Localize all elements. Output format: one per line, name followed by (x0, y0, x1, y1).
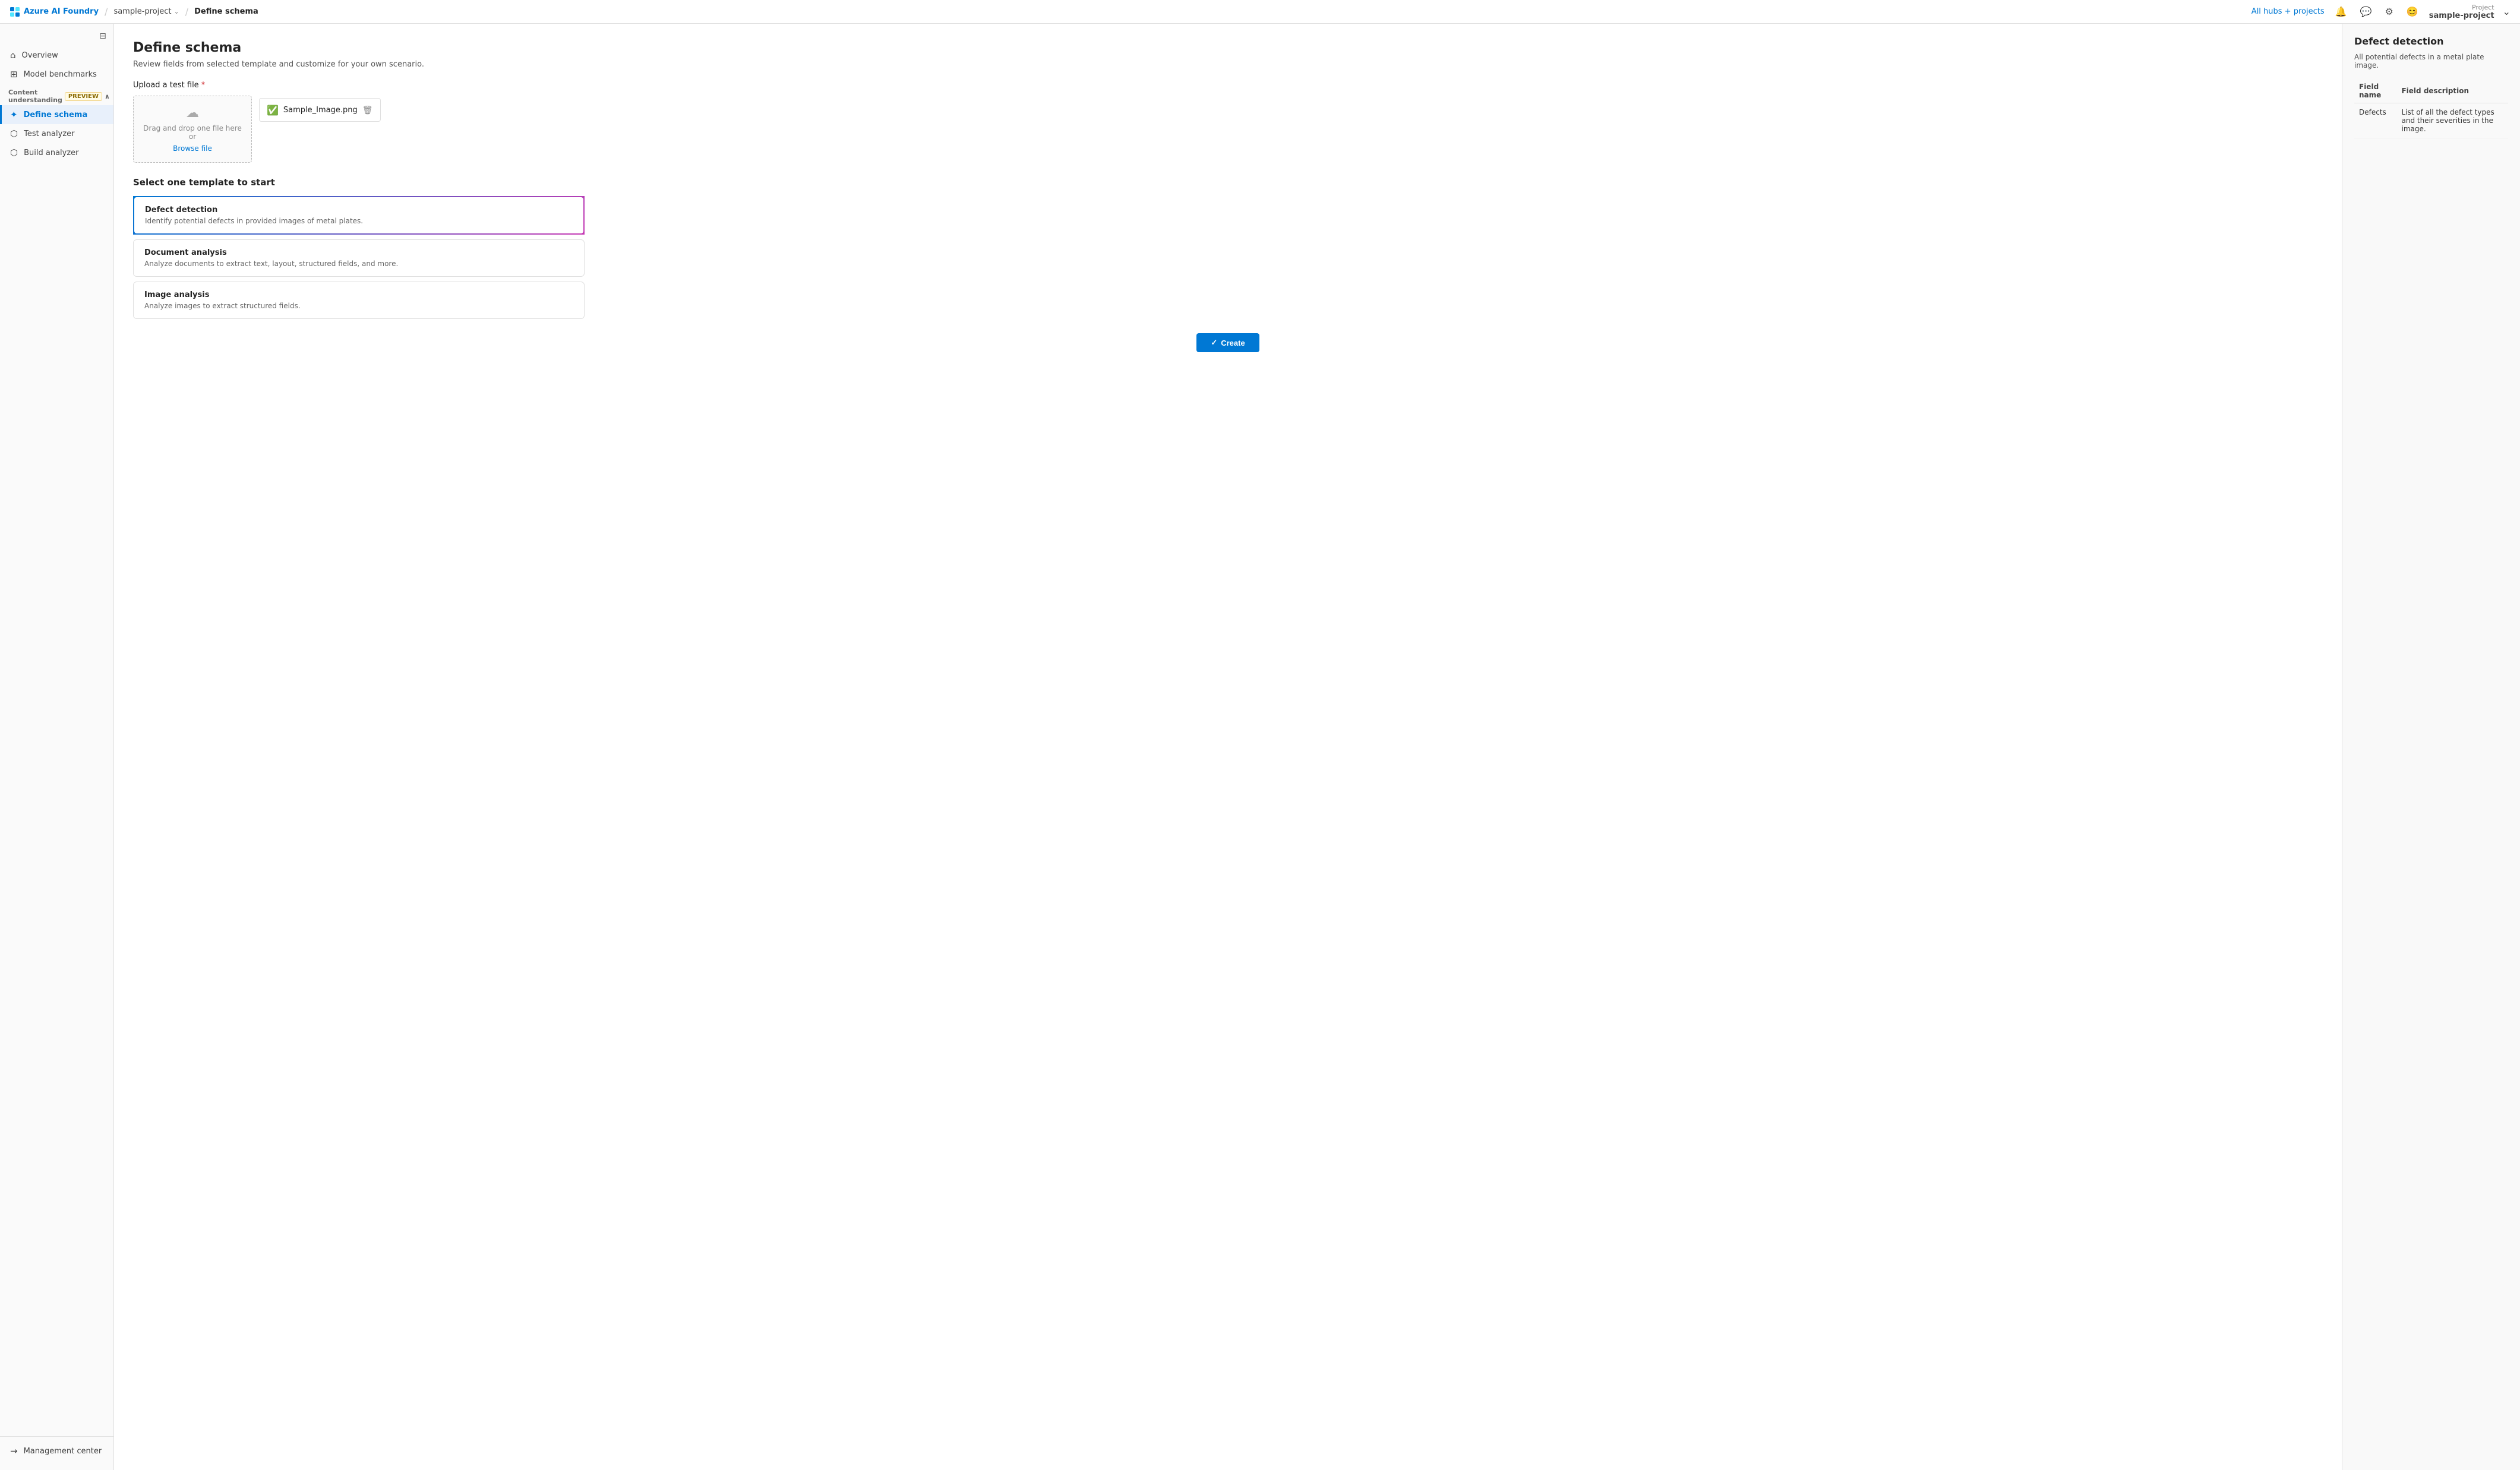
app-body: ⊟ ⌂ Overview ⊞ Model benchmarks Content … (0, 24, 2520, 1470)
uploaded-file: ✅ Sample_Image.png 🗑 (259, 98, 381, 122)
template-title-defect-detection: Defect detection (145, 206, 573, 214)
template-title-document-analysis: Document analysis (144, 248, 573, 257)
project-name: sample-project (2429, 11, 2494, 20)
notifications-button[interactable]: 🔔 (2333, 4, 2350, 20)
preview-badge: PREVIEW (65, 92, 102, 101)
sidebar-item-build-analyzer[interactable]: ⬡ Build analyzer (0, 143, 113, 162)
sidebar-item-management-center[interactable]: → Management center (0, 1441, 113, 1460)
col-header-field-desc: Field description (2396, 79, 2508, 103)
settings-button[interactable]: ⚙ (2382, 4, 2395, 20)
top-navigation: Azure AI Foundry / sample-project ⌄ / De… (0, 0, 2520, 24)
panel-fields-table: Field name Field description DefectsList… (2354, 79, 2508, 138)
chevron-down-icon: ⌄ (174, 8, 179, 15)
upload-row: ☁ Drag and drop one file here or Browse … (133, 96, 2323, 163)
col-header-field-name: Field name (2354, 79, 2396, 103)
page-subtitle: Review fields from selected template and… (133, 60, 2323, 69)
chat-button[interactable]: 💬 (2358, 4, 2374, 20)
footer-create: ✓ Create (133, 319, 2323, 357)
table-row: DefectsList of all the defect types and … (2354, 103, 2508, 138)
template-desc-document-analysis: Analyze documents to extract text, layou… (144, 260, 573, 268)
page-title: Define schema (133, 40, 2323, 55)
upload-cloud-icon: ☁ (186, 106, 199, 121)
sidebar-label-management-center: Management center (24, 1447, 102, 1456)
upload-dropzone[interactable]: ☁ Drag and drop one file here or Browse … (133, 96, 252, 163)
brand-icon (10, 7, 20, 17)
template-title-image-analysis: Image analysis (144, 290, 573, 299)
template-desc-defect-detection: Identify potential defects in provided i… (145, 217, 573, 225)
create-btn-label: Create (1221, 339, 1245, 347)
sidebar-item-model-benchmarks[interactable]: ⊞ Model benchmarks (0, 65, 113, 84)
create-check-icon: ✓ (1211, 338, 1217, 347)
sidebar-label-define-schema: Define schema (24, 110, 88, 119)
brand-logo[interactable]: Azure AI Foundry (10, 7, 99, 17)
sidebar-collapse[interactable]: ⊟ (0, 29, 113, 46)
define-schema-icon: ✦ (10, 109, 18, 120)
breadcrumb-current: Define schema (194, 7, 258, 16)
upload-section-label: Upload a test file * (133, 81, 2323, 90)
browse-link[interactable]: Browse file (173, 144, 212, 153)
build-analyzer-icon: ⬡ (10, 147, 18, 158)
right-panel: Defect detection All potential defects i… (2342, 24, 2520, 1470)
project-label: Project (2429, 4, 2494, 11)
overview-icon: ⌂ (10, 50, 16, 61)
sidebar-label-build-analyzer: Build analyzer (24, 148, 78, 157)
benchmarks-icon: ⊞ (10, 69, 18, 80)
account-button[interactable]: 😊 (2404, 4, 2421, 20)
management-center-icon: → (10, 1446, 18, 1456)
section-label: Content understanding (8, 88, 62, 104)
delete-file-button[interactable]: 🗑 (362, 105, 373, 115)
panel-title: Defect detection (2354, 36, 2508, 47)
panel-subtitle: All potential defects in a metal plate i… (2354, 53, 2508, 69)
main-content: Define schema Review fields from selecte… (114, 24, 2342, 1470)
sidebar-item-test-analyzer[interactable]: ⬡ Test analyzer (0, 124, 113, 143)
sidebar-label-test-analyzer: Test analyzer (24, 129, 74, 138)
nav-right-section: All hubs + projects 🔔 💬 ⚙ 😊 Project samp… (2251, 4, 2510, 20)
template-card-defect-detection[interactable]: Defect detection Identify potential defe… (133, 196, 585, 235)
sidebar-bottom: → Management center (0, 1436, 113, 1465)
hub-projects-link[interactable]: All hubs + projects (2251, 7, 2325, 16)
collapse-button[interactable]: ⊟ (99, 31, 106, 41)
create-button[interactable]: ✓ Create (1196, 333, 1259, 352)
project-dropdown-button[interactable]: ⌄ (2503, 6, 2510, 18)
check-circle-icon: ✅ (267, 105, 279, 116)
separator: / (105, 6, 108, 17)
template-list: Defect detection Identify potential defe… (133, 196, 585, 319)
sidebar-item-define-schema[interactable]: ✦ Define schema (0, 105, 113, 124)
project-info: Project sample-project (2429, 4, 2494, 20)
template-desc-image-analysis: Analyze images to extract structured fie… (144, 302, 573, 310)
field-desc-cell: List of all the defect types and their s… (2396, 103, 2508, 138)
uploaded-filename: Sample_Image.png (283, 106, 358, 115)
section-chevron-icon[interactable]: ∧ (105, 93, 110, 100)
brand-label: Azure AI Foundry (24, 7, 99, 16)
breadcrumb-project[interactable]: sample-project ⌄ (113, 7, 179, 16)
field-name-cell: Defects (2354, 103, 2396, 138)
sidebar-label-benchmarks: Model benchmarks (24, 70, 97, 79)
required-star: * (201, 81, 206, 90)
template-card-image-analysis[interactable]: Image analysis Analyze images to extract… (133, 282, 585, 319)
upload-hint-line1: Drag and drop one file here or (143, 124, 242, 141)
sidebar-item-overview[interactable]: ⌂ Overview (0, 46, 113, 65)
template-card-document-analysis[interactable]: Document analysis Analyze documents to e… (133, 239, 585, 277)
sidebar-label-overview: Overview (22, 51, 58, 60)
sidebar-section-content-understanding: Content understanding PREVIEW ∧ (0, 84, 113, 105)
separator-2: / (185, 6, 188, 17)
sidebar: ⊟ ⌂ Overview ⊞ Model benchmarks Content … (0, 24, 114, 1470)
template-section-title: Select one template to start (133, 177, 2323, 188)
test-analyzer-icon: ⬡ (10, 128, 18, 139)
